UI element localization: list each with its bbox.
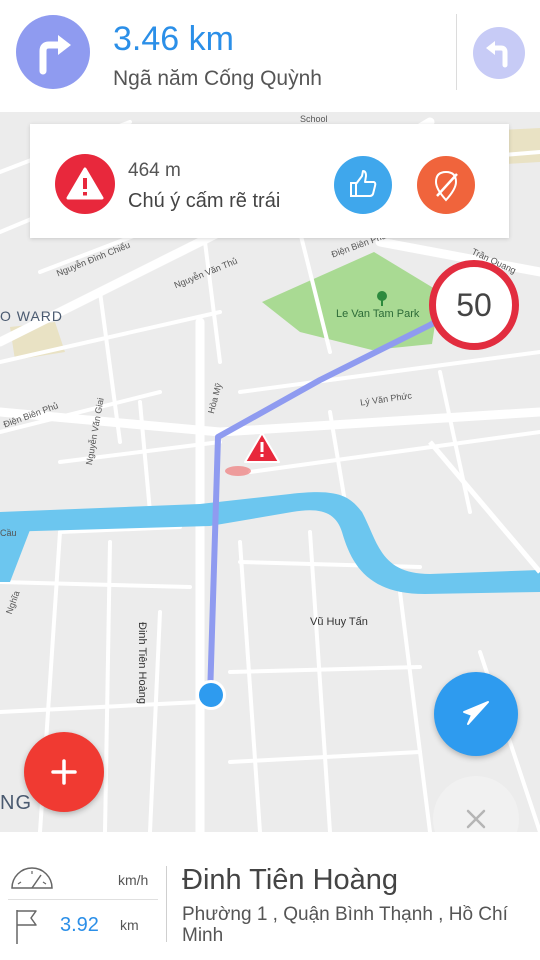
navigation-header: 3.46 km Ngã năm Cống Quỳnh	[0, 0, 540, 112]
confirm-alert-button[interactable]	[334, 156, 392, 214]
turn-right-icon	[39, 35, 71, 75]
panel-separator	[8, 899, 158, 900]
next-street-name: Ngã năm Cống Quỳnh	[113, 67, 322, 90]
map-label-park: Le Van Tam Park	[336, 308, 420, 320]
recenter-button[interactable]	[434, 672, 518, 756]
map-label-cau: Cầu	[0, 528, 17, 538]
then-turn-indicator[interactable]	[473, 27, 525, 79]
thumbs-up-icon	[350, 170, 377, 197]
map-label-district: O WARD	[0, 308, 64, 324]
alert-message: Chú ý cấm rẽ trái	[128, 190, 281, 212]
map-label-dinh-tien-hoang: Đinh Tiên Hoàng	[136, 622, 148, 704]
flag-icon	[16, 910, 37, 944]
speedometer-icon	[11, 867, 53, 889]
turn-left-icon	[486, 41, 508, 68]
traffic-alert-card[interactable]: 464 m Chú ý cấm rẽ trái	[30, 124, 509, 238]
next-turn-distance: 3.46 km	[113, 20, 234, 58]
remaining-distance: 3.92	[60, 914, 99, 936]
dismiss-alert-button[interactable]	[417, 156, 475, 214]
speed-limit-sign: 50	[429, 260, 519, 350]
alert-icon-badge	[55, 154, 115, 214]
map-label-school: School	[300, 114, 328, 124]
alert-distance: 464 m	[128, 160, 181, 181]
trip-info-panel: km/h 3.92 km Đinh Tiên Hoàng Phường 1 , …	[0, 832, 540, 960]
warning-icon	[66, 167, 104, 200]
plus-icon	[51, 759, 77, 785]
location-arrow-icon	[463, 701, 489, 725]
speed-unit: km/h	[118, 872, 149, 888]
panel-vertical-divider	[166, 866, 167, 942]
thumbs-down-icon	[434, 170, 458, 202]
add-report-button[interactable]	[24, 732, 104, 812]
header-divider	[456, 14, 457, 90]
current-street-name: Đinh Tiên Hoàng	[182, 864, 399, 896]
remaining-distance-unit: km	[120, 917, 139, 933]
map-label-vu-huy-tan: Vũ Huy Tấn	[310, 616, 368, 628]
current-area-address: Phường 1 , Quận Bình Thạnh , Hồ Chí Minh	[182, 904, 508, 946]
next-turn-indicator[interactable]	[16, 15, 90, 89]
